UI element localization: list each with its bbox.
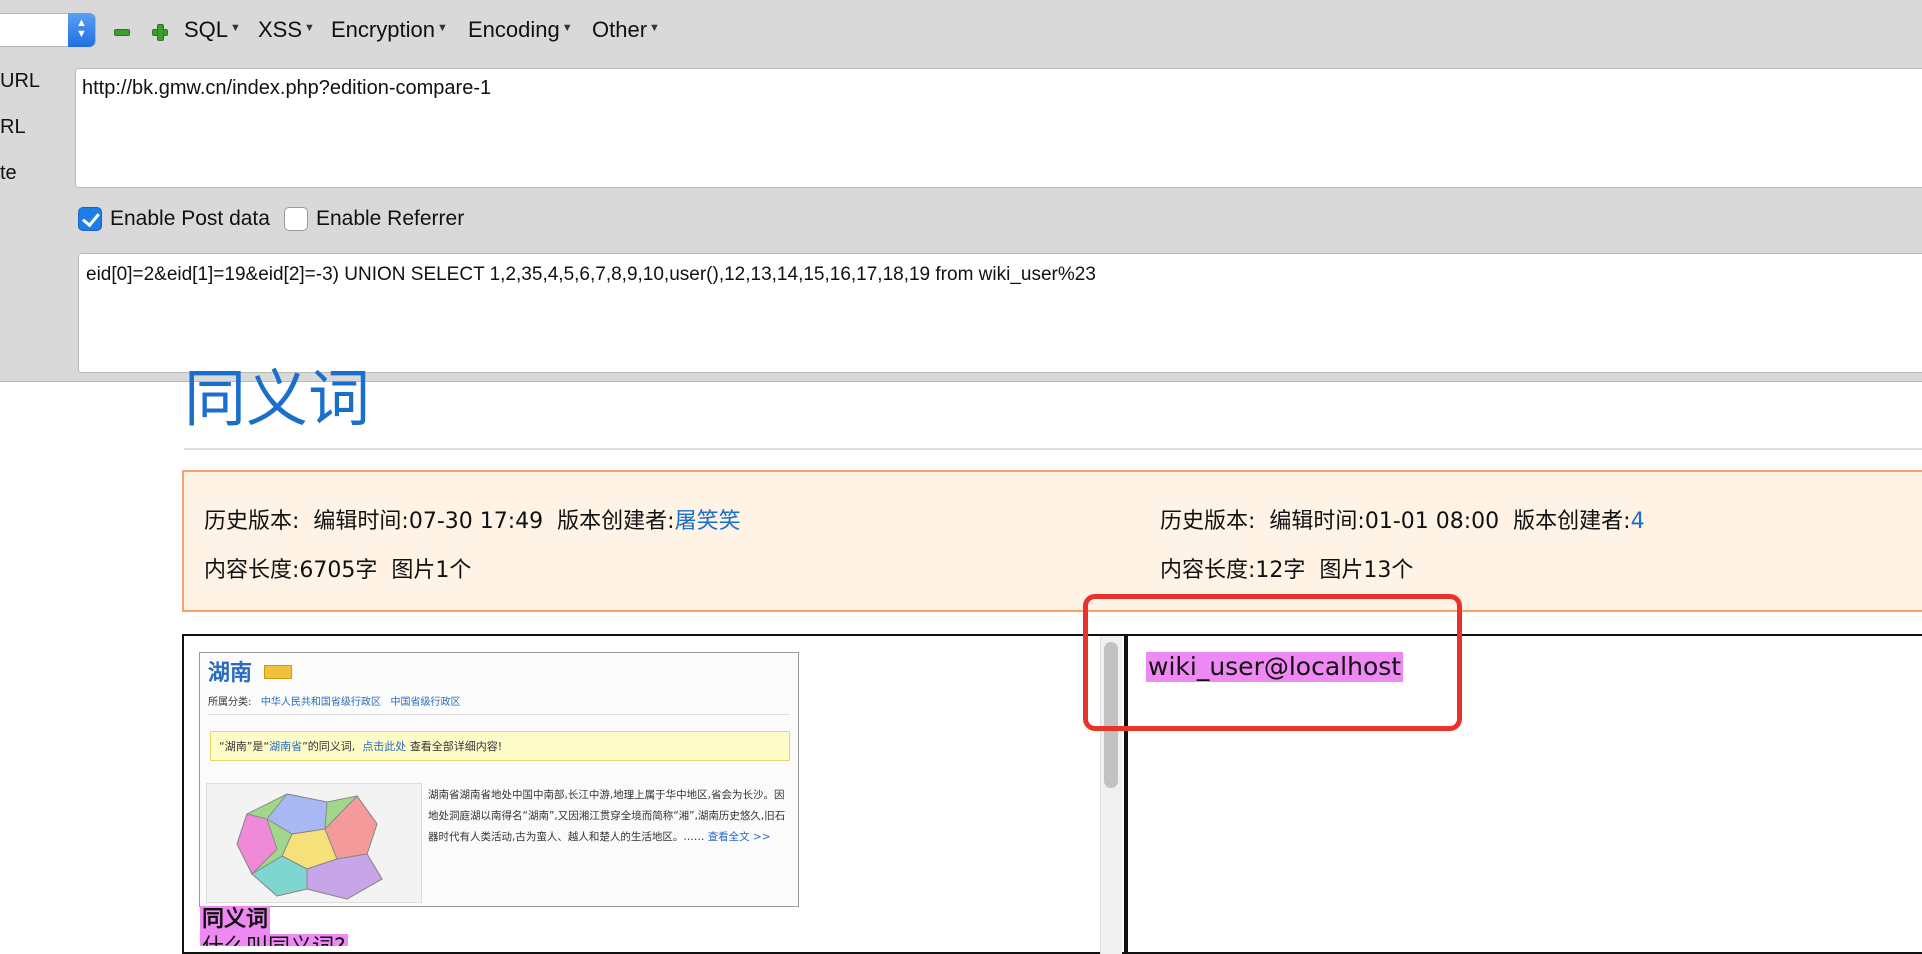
hackbar-panel: ▲ ▼ SQL ▼ XSS ▼ Encryption ▼ Encoding ▼ Other… bbox=[0, 0, 1922, 382]
enable-post-label[interactable]: Enable Post data bbox=[110, 207, 270, 231]
chevron-down-icon: ▼ bbox=[649, 22, 660, 34]
hunan-map-icon bbox=[236, 793, 383, 900]
right-length-label: 内容长度: bbox=[1160, 558, 1256, 583]
left-creator-label: 版本创建者: bbox=[557, 509, 675, 534]
chevron-down-icon: ▼ bbox=[436, 22, 448, 34]
menu-xss-label: XSS bbox=[258, 17, 303, 42]
thumb-category-row: 所属分类: 中华人民共和国省级行政区 中国省级行政区 bbox=[208, 693, 790, 715]
post-data-textarea[interactable]: eid[0]=2&eid[1]=19&eid[2]=-3) UNION SELE… bbox=[78, 253, 1922, 373]
menu-encryption-label: Encryption bbox=[331, 17, 435, 42]
left-edit-time: 07-30 17:49 bbox=[408, 509, 544, 534]
thumb-description: 湖南省湖南省地处中国中南部,长江中游,地理上属于华中地区,省会为长沙。因地处洞庭… bbox=[428, 785, 793, 848]
select-arrows-icon: ▲ ▼ bbox=[68, 13, 95, 47]
notice-post: 查看全部详细内容! bbox=[409, 740, 503, 753]
notice-click: 点击此处 bbox=[362, 740, 407, 753]
notice-pre: “湖南”是“ bbox=[219, 740, 270, 753]
menu-other[interactable]: Other ▼ bbox=[592, 17, 660, 43]
map-image bbox=[206, 783, 422, 903]
right-edit-time: 01-01 08:00 bbox=[1364, 509, 1500, 534]
thumb-category-label: 所属分类: bbox=[208, 697, 252, 708]
menu-encryption[interactable]: Encryption ▼ bbox=[331, 17, 448, 43]
method-select[interactable]: ▲ ▼ bbox=[0, 13, 96, 47]
split-url-button[interactable]: RL bbox=[0, 116, 26, 139]
menu-other-label: Other bbox=[592, 17, 648, 42]
enable-post-checkbox[interactable] bbox=[78, 207, 102, 231]
left-version-stats: 内容长度:6705字 图片1个 bbox=[204, 552, 471, 584]
increase-icon[interactable] bbox=[149, 21, 169, 41]
right-version-info: 历史版本: 编辑时间:01-01 08:00 版本创建者:4 bbox=[1160, 503, 1645, 535]
menu-encoding-label: Encoding bbox=[468, 17, 560, 42]
enable-referrer-checkbox[interactable] bbox=[283, 207, 308, 231]
thumb-category-1: 中华人民共和国省级行政区 bbox=[260, 697, 381, 708]
chevron-down-icon: ▼ bbox=[561, 22, 573, 34]
thumb-category-2: 中国省级行政区 bbox=[390, 697, 461, 708]
right-creator-label: 版本创建者: bbox=[1513, 509, 1631, 534]
version-compare-bar bbox=[182, 470, 1922, 612]
menu-sql-label: SQL bbox=[184, 17, 229, 42]
enable-referrer-label[interactable]: Enable Referrer bbox=[316, 207, 464, 231]
decrease-icon[interactable] bbox=[111, 21, 131, 41]
title-divider bbox=[184, 448, 1922, 450]
right-edit-time-label: 编辑时间: bbox=[1269, 509, 1365, 534]
menu-xss[interactable]: XSS ▼ bbox=[258, 17, 315, 43]
left-creator-link[interactable]: 屠笑笑 bbox=[675, 509, 741, 534]
right-images: 图片13个 bbox=[1319, 558, 1414, 583]
notice-mid: ”的同义词, bbox=[302, 740, 356, 753]
options-row: Enable Post data Enable Referrer bbox=[78, 207, 478, 231]
menu-sql[interactable]: SQL ▼ bbox=[184, 17, 241, 43]
right-version-stats: 内容长度:12字 图片13个 bbox=[1160, 552, 1413, 584]
left-images: 图片1个 bbox=[391, 558, 472, 583]
article-screenshot: 湖南 所属分类: 中华人民共和国省级行政区 中国省级行政区 “湖南”是“湖南省”… bbox=[199, 652, 799, 907]
notice-link: 湖南省 bbox=[269, 740, 303, 753]
annotation-highlight-box bbox=[1083, 594, 1462, 731]
right-creator-link[interactable]: 4 bbox=[1631, 509, 1645, 534]
execute-button[interactable]: te bbox=[0, 162, 17, 185]
chevron-down-icon: ▼ bbox=[230, 22, 241, 34]
thumb-synonym-notice: “湖南”是“湖南省”的同义词, 点击此处 查看全部详细内容! bbox=[210, 731, 790, 761]
left-edit-time-label: 编辑时间: bbox=[313, 509, 409, 534]
left-history-label: 历史版本: bbox=[204, 509, 300, 534]
left-length-label: 内容长度: bbox=[204, 558, 300, 583]
left-pane-subtext: 什么叫同义词? bbox=[200, 934, 348, 946]
menu-encoding[interactable]: Encoding ▼ bbox=[468, 17, 573, 43]
right-length: 12字 bbox=[1255, 558, 1306, 583]
thumb-title: 湖南 bbox=[208, 661, 253, 686]
page-title: 同义词 bbox=[184, 362, 371, 435]
thumb-read-more: 查看全文 >> bbox=[707, 831, 771, 843]
url-textarea[interactable]: http://bk.gmw.cn/index.php?edition-compa… bbox=[75, 68, 1922, 188]
load-url-button[interactable]: URL bbox=[0, 70, 40, 93]
chevron-down-icon: ▼ bbox=[304, 22, 315, 34]
right-history-label: 历史版本: bbox=[1160, 509, 1256, 534]
left-pane-heading: 同义词 bbox=[200, 906, 271, 934]
left-version-info: 历史版本: 编辑时间:07-30 17:49 版本创建者:屠笑笑 bbox=[204, 503, 741, 535]
left-length: 6705字 bbox=[299, 558, 378, 583]
badge-icon bbox=[264, 665, 292, 679]
